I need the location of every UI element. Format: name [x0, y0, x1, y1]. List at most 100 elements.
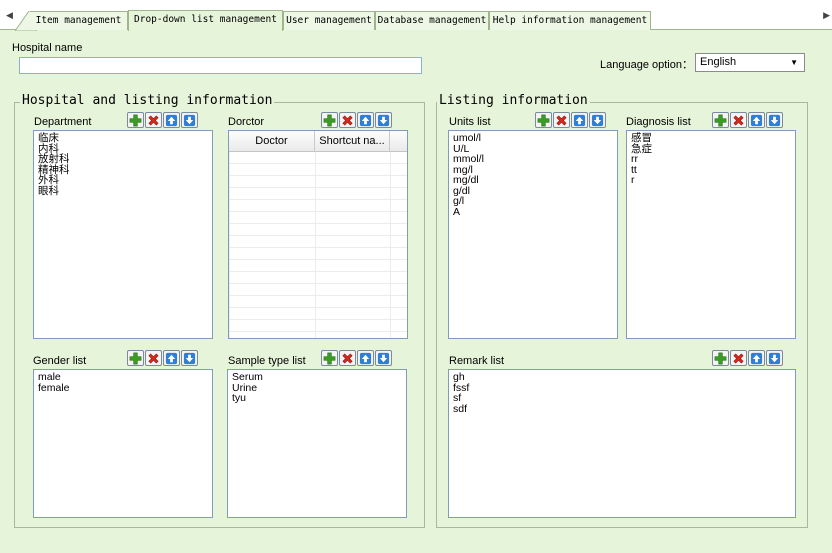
list-item[interactable]: Urine	[232, 382, 402, 394]
shortcut-column-header[interactable]: Shortcut na...	[315, 131, 390, 152]
table-row[interactable]	[229, 212, 407, 224]
remark-list[interactable]: gh fssf sf sdf	[448, 369, 796, 518]
sample-type-list[interactable]: Serum Urine tyu	[227, 369, 407, 518]
add-button[interactable]	[712, 112, 729, 128]
move-up-button[interactable]	[163, 112, 180, 128]
add-button[interactable]	[321, 112, 338, 128]
list-item[interactable]: tt	[631, 164, 791, 176]
tab-database-management[interactable]: Database management	[375, 11, 489, 30]
list-item[interactable]: 外科	[38, 175, 208, 186]
list-item[interactable]: 感冒	[631, 133, 791, 144]
doctor-column-header[interactable]: Doctor	[229, 131, 315, 152]
move-up-button[interactable]	[357, 112, 374, 128]
list-item[interactable]: 放射科	[38, 154, 208, 165]
delete-button[interactable]	[730, 112, 747, 128]
move-up-button[interactable]	[357, 350, 374, 366]
list-item[interactable]: 急症	[631, 143, 791, 155]
table-row[interactable]	[229, 200, 407, 212]
table-row[interactable]	[229, 332, 407, 338]
table-row[interactable]	[229, 236, 407, 248]
units-list[interactable]: umol/l U/L mmol/l mg/l mg/dl g/dl g/l A	[448, 130, 618, 339]
list-item[interactable]: g/l	[453, 196, 613, 207]
table-row[interactable]	[229, 224, 407, 236]
list-item[interactable]: 眼科	[38, 185, 208, 197]
hospital-listing-group-title: Hospital and listing information	[20, 93, 275, 108]
list-item[interactable]: fssf	[453, 382, 791, 394]
list-item[interactable]: 临床	[38, 133, 208, 144]
add-button[interactable]	[321, 350, 338, 366]
move-up-button[interactable]	[163, 350, 180, 366]
delete-icon	[341, 114, 354, 127]
list-item[interactable]: male	[38, 372, 208, 383]
list-item[interactable]: tyu	[232, 393, 402, 404]
list-item[interactable]: sf	[453, 393, 791, 404]
hospital-name-input[interactable]	[19, 57, 422, 74]
gender-list-label: Gender list	[33, 355, 87, 367]
move-down-icon	[591, 114, 604, 127]
delete-icon	[732, 352, 745, 365]
delete-button[interactable]	[339, 350, 356, 366]
diagnosis-list[interactable]: 感冒 急症 rr tt r	[626, 130, 796, 339]
move-down-icon	[377, 114, 390, 127]
move-down-button[interactable]	[766, 112, 783, 128]
table-row[interactable]	[229, 164, 407, 176]
move-down-icon	[183, 352, 196, 365]
department-list[interactable]: 临床 内科 放射科 精神科 外科 眼科	[33, 130, 213, 339]
list-item[interactable]: Serum	[232, 372, 402, 383]
move-up-icon	[359, 114, 372, 127]
tab-scroll-right-icon[interactable]: ▶	[823, 11, 830, 21]
move-down-button[interactable]	[375, 112, 392, 128]
move-up-button[interactable]	[748, 350, 765, 366]
list-item[interactable]: r	[631, 175, 791, 186]
gender-toolbar	[127, 350, 198, 366]
list-item[interactable]: rr	[631, 154, 791, 165]
delete-button[interactable]	[339, 112, 356, 128]
doctor-table[interactable]: Doctor Shortcut na...	[228, 130, 408, 339]
move-down-button[interactable]	[766, 350, 783, 366]
remark-toolbar	[712, 350, 783, 366]
add-button[interactable]	[127, 350, 144, 366]
add-icon	[129, 114, 142, 127]
tab-scroll-left-icon[interactable]: ◀	[6, 11, 13, 21]
table-row[interactable]	[229, 248, 407, 260]
list-item[interactable]: umol/l	[453, 133, 613, 144]
table-row[interactable]	[229, 296, 407, 308]
list-item[interactable]: A	[453, 206, 613, 218]
language-select[interactable]: English ▼	[695, 53, 805, 72]
delete-button[interactable]	[145, 112, 162, 128]
add-button[interactable]	[712, 350, 729, 366]
move-down-button[interactable]	[589, 112, 606, 128]
table-row[interactable]	[229, 308, 407, 320]
gender-list[interactable]: male female	[33, 369, 213, 518]
table-row[interactable]	[229, 320, 407, 332]
delete-button[interactable]	[553, 112, 570, 128]
tab-item-management[interactable]: Item management	[30, 11, 128, 30]
delete-button[interactable]	[145, 350, 162, 366]
table-row[interactable]	[229, 260, 407, 272]
tab-drop-down-list-management[interactable]: Drop-down list management	[128, 10, 283, 31]
list-item[interactable]: gh	[453, 372, 791, 383]
table-row[interactable]	[229, 272, 407, 284]
delete-button[interactable]	[730, 350, 747, 366]
list-item[interactable]: g/dl	[453, 185, 613, 197]
table-row[interactable]	[229, 176, 407, 188]
table-row[interactable]	[229, 152, 407, 164]
add-button[interactable]	[535, 112, 552, 128]
table-row[interactable]	[229, 284, 407, 296]
units-toolbar	[535, 112, 606, 128]
delete-icon	[147, 114, 160, 127]
list-item[interactable]: sdf	[453, 403, 791, 415]
move-down-button[interactable]	[375, 350, 392, 366]
list-item[interactable]: mg/dl	[453, 175, 613, 186]
add-button[interactable]	[127, 112, 144, 128]
table-row[interactable]	[229, 188, 407, 200]
move-down-button[interactable]	[181, 350, 198, 366]
tab-user-management[interactable]: User management	[283, 11, 375, 30]
list-item[interactable]: 精神科	[38, 164, 208, 176]
move-up-button[interactable]	[571, 112, 588, 128]
list-item[interactable]: female	[38, 382, 208, 394]
move-up-button[interactable]	[748, 112, 765, 128]
move-down-button[interactable]	[181, 112, 198, 128]
list-item[interactable]: mmol/l	[453, 154, 613, 165]
tab-help-information-management[interactable]: Help information management	[489, 11, 651, 30]
